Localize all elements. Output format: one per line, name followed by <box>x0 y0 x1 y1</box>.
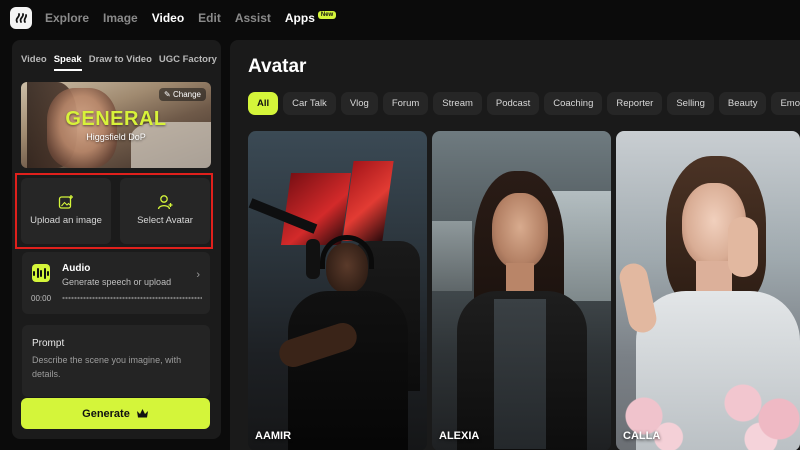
nav-video[interactable]: Video <box>152 11 184 25</box>
filter-selling[interactable]: Selling <box>667 92 714 115</box>
generate-button[interactable]: Generate <box>21 398 210 429</box>
image-add-icon <box>58 195 73 209</box>
upload-image-label: Upload an image <box>30 215 102 226</box>
person-face <box>492 193 548 269</box>
person-hand <box>728 217 758 277</box>
person-top <box>494 299 546 449</box>
select-avatar-button[interactable]: Select Avatar <box>120 178 210 244</box>
flowers <box>716 371 800 450</box>
prompt-placeholder: Describe the scene you imagine, with det… <box>32 355 182 379</box>
nav-edit[interactable]: Edit <box>198 11 221 25</box>
page-title: Avatar <box>248 56 307 77</box>
filter-coaching[interactable]: Coaching <box>544 92 603 115</box>
user-add-icon <box>157 195 173 210</box>
change-label: Change <box>172 90 201 99</box>
nav-explore[interactable]: Explore <box>45 11 89 25</box>
nav-apps-label: Apps <box>284 11 315 25</box>
nav-assist[interactable]: Assist <box>235 11 271 25</box>
audio-subtitle: Generate speech or upload <box>62 277 172 287</box>
crown-icon <box>136 409 148 418</box>
change-button[interactable]: ✎ Change <box>159 88 206 101</box>
audio-waveform-placeholder <box>62 294 202 302</box>
filter-stream[interactable]: Stream <box>433 92 482 115</box>
avatar-card-aamir[interactable]: AAMIR <box>248 131 427 450</box>
hand-left <box>617 260 659 336</box>
avatar-card-calla[interactable]: CALLA <box>616 131 800 450</box>
audio-wave-icon <box>32 264 50 282</box>
audio-card[interactable]: Audio Generate speech or upload › 00:00 <box>22 252 210 314</box>
avatar-name: ALEXIA <box>439 430 480 442</box>
avatar-panel: Avatar All Car Talk Vlog Forum Stream Po… <box>230 40 800 450</box>
nav-apps[interactable]: Apps New <box>284 11 337 25</box>
prompt-field[interactable]: Prompt Describe the scene you imagine, w… <box>22 325 210 397</box>
tab-ugc-factory[interactable]: UGC Factory <box>159 54 217 71</box>
filter-vlog[interactable]: Vlog <box>340 92 378 115</box>
nav-image[interactable]: Image <box>103 11 138 25</box>
car-window <box>432 221 472 291</box>
select-avatar-label: Select Avatar <box>137 215 193 226</box>
higgsfield-logo-icon[interactable] <box>10 7 32 29</box>
audio-title: Audio <box>62 263 91 274</box>
filter-forum[interactable]: Forum <box>382 92 429 115</box>
audio-time: 00:00 <box>31 294 52 303</box>
new-badge: New <box>317 11 337 19</box>
chevron-right-icon: › <box>196 269 200 281</box>
generate-label: Generate <box>82 407 130 420</box>
banner-subtitle: Higgsfield DoP <box>86 132 146 142</box>
filter-podcast[interactable]: Podcast <box>486 92 540 115</box>
microphone <box>306 239 320 279</box>
mode-tabs: Video Speak Draw to Video UGC Factory <box>21 54 224 71</box>
tab-draw-to-video[interactable]: Draw to Video <box>89 54 152 71</box>
tab-video[interactable]: Video <box>21 54 47 71</box>
model-banner[interactable]: GENERAL Higgsfield DoP ✎ Change <box>21 82 211 168</box>
tab-speak[interactable]: Speak <box>53 54 82 71</box>
pencil-icon: ✎ <box>164 90 173 99</box>
filter-chips: All Car Talk Vlog Forum Stream Podcast C… <box>248 92 800 115</box>
filter-reporter[interactable]: Reporter <box>607 92 663 115</box>
person-body <box>288 291 408 450</box>
top-navigation: Explore Image Video Edit Assist Apps New <box>0 0 800 36</box>
filter-beauty[interactable]: Beauty <box>718 92 767 115</box>
avatar-name: AAMIR <box>255 430 292 442</box>
avatar-card-alexia[interactable]: ALEXIA <box>432 131 611 450</box>
filter-all[interactable]: All <box>248 92 279 115</box>
prompt-title: Prompt <box>32 338 65 349</box>
upload-image-button[interactable]: Upload an image <box>21 178 111 244</box>
filter-emotions[interactable]: Emotions <box>771 92 800 115</box>
wall-art <box>280 173 352 245</box>
filter-car-talk[interactable]: Car Talk <box>283 92 336 115</box>
banner-title: GENERAL <box>65 108 167 130</box>
avatar-name: CALLA <box>623 430 661 442</box>
